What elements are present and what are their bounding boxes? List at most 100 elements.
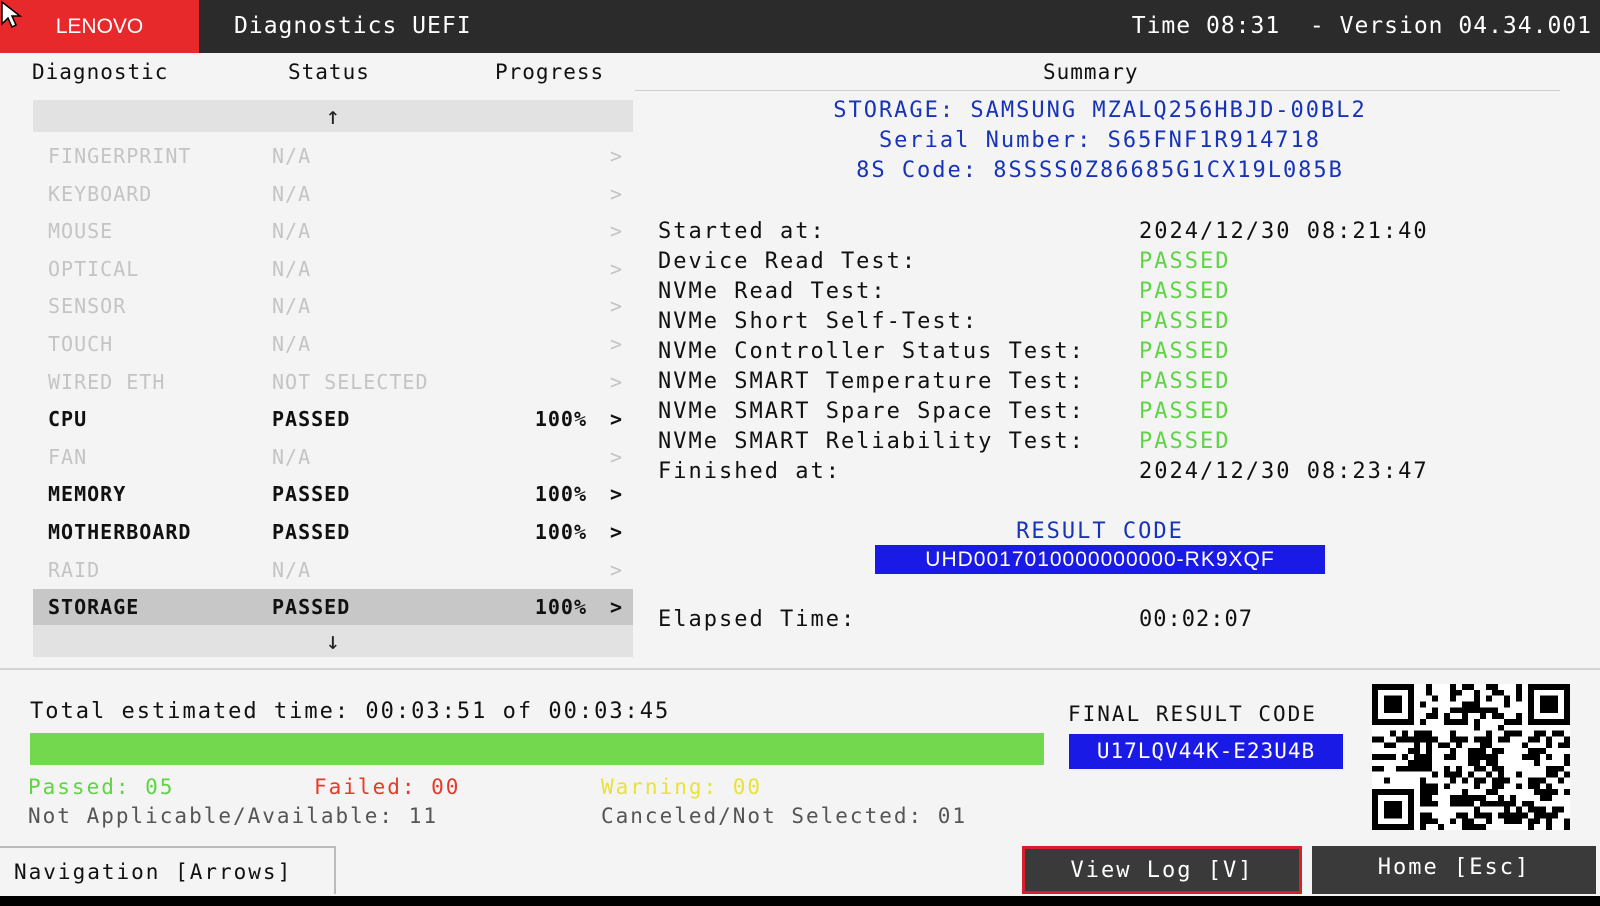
failed-count: Failed: 00	[314, 775, 461, 799]
result-value: PASSED	[1139, 249, 1231, 274]
diagnostic-name: STORAGE	[48, 595, 140, 620]
result-label: NVMe Short Self-Test:	[658, 309, 979, 334]
diagnostic-name: CPU	[48, 407, 88, 432]
diagnostic-status: N/A	[272, 219, 312, 244]
diagnostic-row-memory[interactable]: MEMORY PASSED 100% >	[33, 476, 633, 514]
header-bar: LENOVO Diagnostics UEFI Time 08:31 - Ver…	[0, 0, 1600, 53]
diagnostic-row-wired-eth[interactable]: WIRED ETH NOT SELECTED >	[33, 364, 633, 402]
result-value: PASSED	[1139, 279, 1231, 304]
diagnostic-status: NOT SELECTED	[272, 369, 429, 394]
result-value: PASSED	[1139, 399, 1231, 424]
diagnostic-name: SENSOR	[48, 294, 127, 319]
column-header-status: Status	[288, 60, 370, 84]
home-button[interactable]: Home [Esc]	[1312, 846, 1596, 894]
diagnostic-row-keyboard[interactable]: KEYBOARD N/A >	[33, 176, 633, 214]
diagnostic-status: N/A	[272, 256, 312, 281]
test-results: Started at: 2024/12/30 08:21:40 Device Rea…	[658, 217, 1558, 487]
diagnostic-status: PASSED	[272, 519, 351, 544]
diagnostic-row-touch[interactable]: TOUCH N/A >	[33, 326, 633, 364]
diagnostic-name: FINGERPRINT	[48, 144, 192, 168]
arrow-down-icon: ↓	[325, 627, 341, 655]
diagnostic-row-fingerprint[interactable]: FINGERPRINT N/A >	[33, 138, 633, 176]
result-row: NVMe Controller Status Test: PASSED	[658, 337, 1558, 367]
diagnostic-name: MOUSE	[48, 219, 114, 244]
result-label: Device Read Test:	[658, 249, 918, 274]
diagnostic-row-fan[interactable]: FAN N/A >	[33, 439, 633, 477]
diagnostic-status: PASSED	[272, 407, 351, 432]
diagnostic-row-optical[interactable]: OPTICAL N/A >	[33, 251, 633, 289]
not-applicable-count: Not Applicable/Available: 11	[28, 804, 439, 828]
chevron-right-icon: >	[609, 482, 623, 507]
result-label: NVMe SMART Temperature Test:	[658, 369, 1085, 394]
chevron-right-icon: >	[609, 256, 623, 281]
result-code: UHD0017010000000000-RK9XQF	[875, 545, 1325, 574]
result-value: PASSED	[1139, 309, 1231, 334]
screen-bottom-edge	[0, 896, 1600, 906]
diagnostic-name: WIRED ETH	[48, 369, 166, 394]
result-code-title: RESULT CODE	[1016, 519, 1184, 544]
diagnostic-name: OPTICAL	[48, 256, 140, 281]
summary-divider	[635, 90, 1560, 91]
result-row: Device Read Test: PASSED	[658, 247, 1558, 277]
diagnostic-progress: 100%	[534, 407, 587, 432]
diagnostic-status: N/A	[272, 331, 312, 356]
diagnostic-status: PASSED	[272, 482, 351, 507]
diagnostic-name: TOUCH	[48, 331, 114, 356]
uefi-diagnostics-screen: LENOVO Diagnostics UEFI Time 08:31 - Ver…	[0, 0, 1600, 906]
mouse-cursor-icon	[1, 0, 23, 29]
canceled-count: Canceled/Not Selected: 01	[601, 804, 968, 828]
passed-count: Passed: 05	[28, 775, 175, 799]
view-log-button[interactable]: View Log [V]	[1022, 846, 1302, 894]
chevron-right-icon: >	[609, 444, 623, 469]
overall-progress-bar	[30, 733, 1044, 765]
code-8s: 8S Code: 8SSSS0Z86685G1CX19L085B	[856, 158, 1344, 183]
result-row: NVMe Short Self-Test: PASSED	[658, 307, 1558, 337]
diagnostic-row-raid[interactable]: RAID N/A >	[33, 552, 633, 590]
diagnostic-progress: 100%	[534, 595, 587, 620]
result-row: NVMe SMART Reliability Test: PASSED	[658, 427, 1558, 457]
diagnostic-name: FAN	[48, 444, 88, 469]
diagnostic-status: N/A	[272, 294, 312, 319]
chevron-right-icon: >	[609, 557, 623, 582]
chevron-right-icon: >	[609, 595, 623, 620]
final-result-code: U17LQV44K-E23U4B	[1069, 734, 1343, 769]
lenovo-logo: LENOVO	[0, 0, 199, 53]
diagnostic-row-storage[interactable]: STORAGE PASSED 100% >	[33, 589, 633, 627]
navigation-hint: Navigation [Arrows]	[0, 846, 336, 894]
diagnostic-status: N/A	[272, 144, 312, 168]
diagnostic-name: MEMORY	[48, 482, 127, 507]
result-row: Started at: 2024/12/30 08:21:40	[658, 217, 1558, 247]
scroll-up-button[interactable]: ↑	[33, 100, 633, 132]
result-value: 2024/12/30 08:21:40	[1139, 219, 1429, 244]
diagnostic-row-sensor[interactable]: SENSOR N/A >	[33, 288, 633, 326]
progress-fill	[30, 733, 1044, 765]
diagnostic-row-cpu[interactable]: CPU PASSED 100% >	[33, 401, 633, 439]
elapsed-time-label: Elapsed Time:	[658, 607, 857, 632]
final-result-label: FINAL RESULT CODE	[1068, 702, 1317, 726]
diagnostic-row-mouse[interactable]: MOUSE N/A >	[33, 213, 633, 251]
chevron-right-icon: >	[609, 144, 623, 168]
device-info: STORAGE: SAMSUNG MZALQ256HBJD-00BL2 Seri…	[640, 96, 1560, 186]
result-label: NVMe Controller Status Test:	[658, 339, 1085, 364]
result-label: Finished at:	[658, 459, 841, 484]
column-header-progress: Progress	[495, 60, 605, 84]
column-header-summary: Summary	[1043, 60, 1139, 84]
result-value: PASSED	[1139, 369, 1231, 394]
chevron-right-icon: >	[609, 407, 623, 432]
chevron-right-icon: >	[609, 181, 623, 206]
result-label: Started at:	[658, 219, 826, 244]
result-label: NVMe SMART Reliability Test:	[658, 429, 1085, 454]
diagnostic-status: N/A	[272, 181, 312, 206]
chevron-right-icon: >	[609, 219, 623, 244]
diagnostic-name: KEYBOARD	[48, 181, 153, 206]
storage-model: STORAGE: SAMSUNG MZALQ256HBJD-00BL2	[833, 98, 1367, 123]
serial-number: Serial Number: S65FNF1R914718	[878, 128, 1322, 153]
scroll-down-button[interactable]: ↓	[33, 625, 633, 657]
result-value: PASSED	[1139, 339, 1231, 364]
diagnostic-row-motherboard[interactable]: MOTHERBOARD PASSED 100% >	[33, 514, 633, 552]
result-label: NVMe Read Test:	[658, 279, 887, 304]
diagnostic-name: MOTHERBOARD	[48, 519, 192, 544]
elapsed-time-value: 00:02:07	[1139, 607, 1253, 632]
section-divider	[0, 668, 1600, 670]
chevron-right-icon: >	[609, 294, 623, 319]
